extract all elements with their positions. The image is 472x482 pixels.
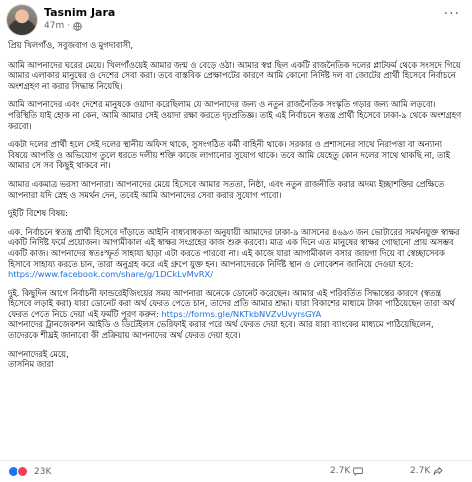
post-time[interactable]: 47m xyxy=(44,21,64,31)
post-paragraph: দুইটি বিশেষ বিষয়: xyxy=(8,208,68,219)
globe-icon xyxy=(73,21,82,31)
comment-bubble-icon xyxy=(353,467,364,476)
author-avatar[interactable] xyxy=(6,4,38,36)
item-one: এক. নির্বাচনে স্বতন্ত্র প্রার্থী হিসেবে … xyxy=(8,227,464,280)
meta-separator: · xyxy=(67,21,71,31)
post-header: Tasnim Jara 47m · ··· xyxy=(6,4,466,38)
shares-summary[interactable]: 2.7K xyxy=(410,466,443,476)
love-reaction-icon xyxy=(17,466,28,477)
more-options-icon[interactable]: ··· xyxy=(444,6,460,22)
comments-count: 2.7K xyxy=(330,466,351,476)
form-link[interactable]: https://forms.gle/NKTkbNVZvUvyrsGYA xyxy=(161,309,321,319)
reactions-summary[interactable]: 23K xyxy=(8,466,51,477)
post-meta: 47m · xyxy=(44,21,82,31)
closing-line-2: তাসনিম জারা xyxy=(8,359,54,370)
shares-count: 2.7K xyxy=(410,466,431,476)
post-footer: 23K 2.7K 2.7K xyxy=(0,460,472,482)
item-one-text: এক. নির্বাচনে স্বতন্ত্র প্রার্থী হিসেবে … xyxy=(8,226,460,269)
share-arrow-icon xyxy=(433,467,443,475)
post-paragraph: প্রিয় খিলগাঁও, সবুজবাগ ও মুগদাবাসী, xyxy=(8,40,134,50)
author-name[interactable]: Tasnim Jara xyxy=(44,6,115,19)
group-link[interactable]: https://www.facebook.com/share/g/1DCkLvM… xyxy=(8,269,213,279)
closing: আপনাদেরই মেয়ে, তাসনিম জারা xyxy=(8,349,464,370)
comments-summary[interactable]: 2.7K xyxy=(330,466,364,476)
post-paragraph: আমি আপনাদের ঘরের মেয়ে। খিলগাঁওয়েই আমার… xyxy=(8,59,461,91)
post-paragraph: আমি আপনাদের এবং দেশের মানুষকে ওয়াদা করে… xyxy=(8,99,462,131)
post-paragraph: একটা দলের প্রার্থী হলে সেই দলের স্থানীয়… xyxy=(8,139,450,171)
closing-line-1: আপনাদেরই মেয়ে, xyxy=(8,348,69,359)
facebook-post: Tasnim Jara 47m · ··· প্রিয় খিলগাঁও, সব… xyxy=(0,0,472,482)
reactions-count: 23K xyxy=(34,466,52,477)
item-two: দুই. কিছুদিন আগে নির্বাচনী ফান্ডরেইজিংয়… xyxy=(8,288,464,341)
post-paragraph: আমার একমাত্র ভরসা আপনারা। আপনাদের মেয়ে … xyxy=(8,178,445,200)
item-two-after: আপনাদের ট্রানজেকশন আইডি ও ডিটেইলস ভেরিফা… xyxy=(8,319,434,341)
post-body: প্রিয় খিলগাঁও, সবুজবাগ ও মুগদাবাসী, আমি… xyxy=(8,40,464,370)
